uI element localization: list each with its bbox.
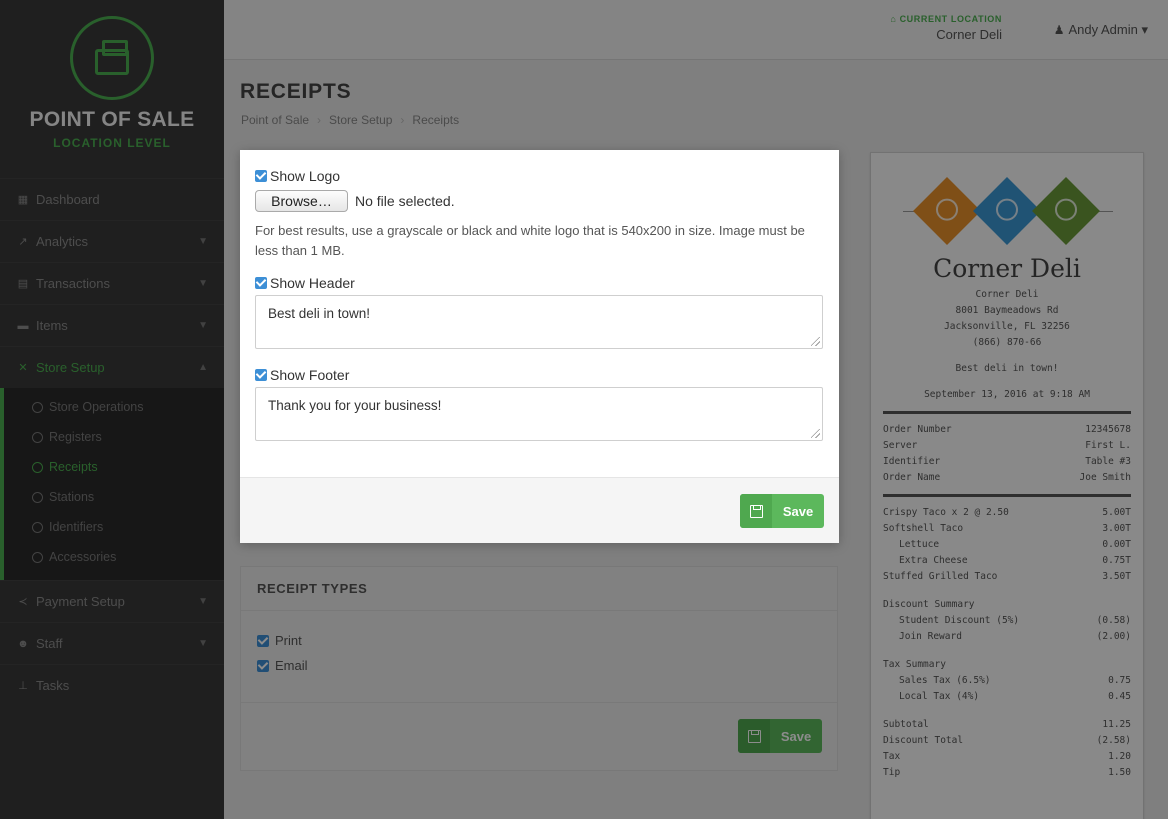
browse-button[interactable]: Browse…	[255, 190, 348, 212]
floppy-disk-icon	[740, 494, 772, 528]
checkbox[interactable]	[255, 170, 267, 182]
show-header-checkbox[interactable]: Show Header	[255, 275, 824, 291]
modal-footer: Save	[240, 477, 839, 543]
logo-help-text: For best results, use a grayscale or bla…	[255, 223, 805, 258]
header-textarea[interactable]: Best deli in town!	[255, 295, 823, 349]
checkbox[interactable]	[255, 277, 267, 289]
receipt-settings-modal: Show Logo Browse… No file selected. For …	[240, 150, 839, 543]
logo-file-input: Browse… No file selected.	[255, 190, 824, 212]
show-logo-checkbox[interactable]: Show Logo	[255, 168, 824, 184]
save-button[interactable]: Save	[740, 494, 824, 528]
resize-handle-icon[interactable]	[811, 429, 820, 438]
show-footer-checkbox[interactable]: Show Footer	[255, 367, 824, 383]
resize-handle-icon[interactable]	[811, 337, 820, 346]
file-status: No file selected.	[355, 193, 455, 209]
footer-textarea[interactable]: Thank you for your business!	[255, 387, 823, 441]
checkbox[interactable]	[255, 369, 267, 381]
